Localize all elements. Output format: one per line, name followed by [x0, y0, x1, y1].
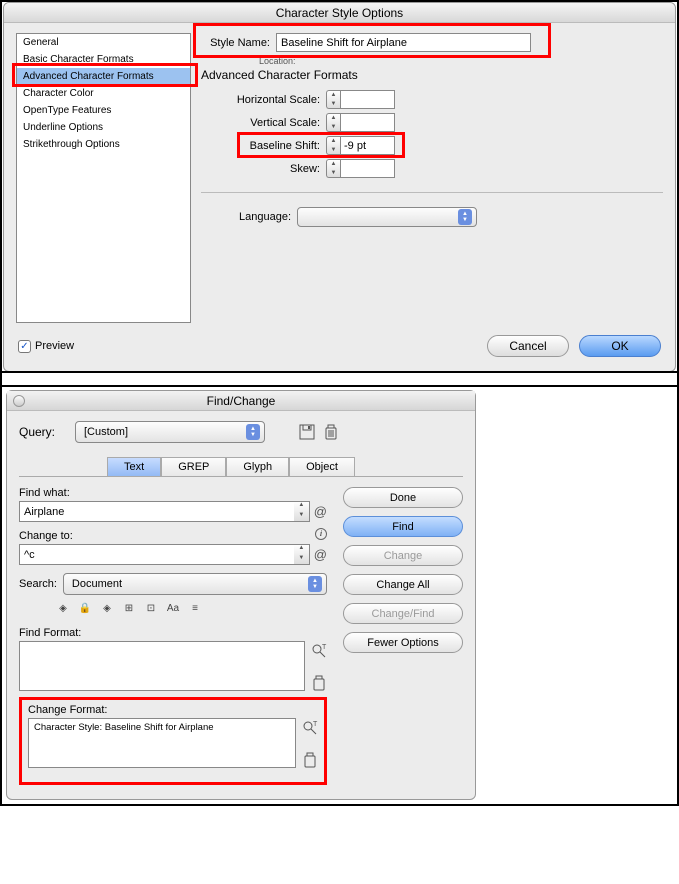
change-format-box[interactable]: Character Style: Baseline Shift for Airp… — [28, 718, 296, 768]
locked-stories-icon[interactable]: 🔒 — [77, 603, 93, 617]
baseline-input[interactable] — [340, 136, 395, 155]
fewer-options-button[interactable]: Fewer Options — [343, 632, 463, 653]
preview-checkbox[interactable]: ✓ — [18, 340, 31, 353]
change-find-button[interactable]: Change/Find — [343, 603, 463, 624]
hscale-input[interactable] — [340, 90, 395, 109]
change-format-clear-icon[interactable] — [302, 752, 318, 768]
hidden-layers-icon[interactable]: ◈ — [99, 603, 115, 617]
vscale-stepper[interactable]: ▲▼ — [326, 113, 395, 132]
sidebar-item-char-color[interactable]: Character Color — [17, 85, 190, 102]
sidebar-item-opentype[interactable]: OpenType Features — [17, 102, 190, 119]
change-to-input[interactable] — [19, 544, 294, 565]
find-what-history[interactable]: ▲▼ — [294, 501, 310, 522]
find-change-dialog: Find/Change Query: [Custom]▲▼ Text GREP … — [6, 390, 476, 800]
find-what-input[interactable] — [19, 501, 294, 522]
tab-glyph[interactable]: Glyph — [226, 457, 289, 477]
delete-query-icon[interactable] — [323, 424, 339, 440]
skew-stepper[interactable]: ▲▼ — [326, 159, 395, 178]
master-pages-icon[interactable]: ⊞ — [121, 603, 137, 617]
divider — [2, 371, 677, 387]
footnotes-icon[interactable]: ⊡ — [143, 603, 159, 617]
change-all-button[interactable]: Change All — [343, 574, 463, 595]
baseline-stepper[interactable]: ▲▼ — [326, 136, 395, 155]
dialog2-title: Find/Change — [7, 394, 475, 408]
skew-label: Skew: — [201, 163, 326, 175]
dialog-title: Character Style Options — [4, 3, 675, 23]
search-scope-popup[interactable]: Document▲▼ — [63, 573, 327, 595]
query-popup[interactable]: [Custom]▲▼ — [75, 421, 265, 443]
hscale-stepper[interactable]: ▲▼ — [326, 90, 395, 109]
sidebar-item-adv-char[interactable]: Advanced Character Formats — [17, 68, 190, 85]
change-button[interactable]: Change — [343, 545, 463, 566]
change-format-value: Character Style: Baseline Shift for Airp… — [34, 722, 214, 733]
svg-text:T: T — [313, 721, 318, 728]
find-what-label: Find what: — [19, 487, 327, 499]
sidebar-item-underline[interactable]: Underline Options — [17, 119, 190, 136]
hscale-label: Horizontal Scale: — [201, 94, 326, 106]
tab-grep[interactable]: GREP — [161, 457, 226, 477]
tab-object[interactable]: Object — [289, 457, 355, 477]
search-options-row: ◈ 🔒 ◈ ⊞ ⊡ Aa ≡ — [55, 603, 327, 617]
done-button[interactable]: Done — [343, 487, 463, 508]
style-name-label: Style Name: — [201, 37, 276, 49]
mode-tabs: Text GREP Glyph Object — [19, 457, 463, 477]
cancel-button[interactable]: Cancel — [487, 335, 569, 357]
style-name-input[interactable] — [276, 33, 531, 52]
vscale-label: Vertical Scale: — [201, 117, 326, 129]
find-format-clear-icon[interactable] — [311, 675, 327, 691]
baseline-label: Baseline Shift: — [201, 140, 326, 152]
ok-button[interactable]: OK — [579, 335, 661, 357]
find-special-char-icon[interactable]: @ — [314, 504, 327, 519]
change-special-char-icon[interactable]: @ — [314, 547, 327, 562]
change-to-label: Change to: — [19, 530, 327, 542]
info-icon[interactable]: i — [315, 528, 327, 540]
whole-word-icon[interactable]: ≡ — [187, 603, 203, 617]
search-label: Search: — [19, 578, 57, 590]
preview-label: Preview — [35, 340, 74, 352]
locked-layers-icon[interactable]: ◈ — [55, 603, 71, 617]
category-list[interactable]: General Basic Character Formats Advanced… — [16, 33, 191, 323]
find-format-box[interactable] — [19, 641, 305, 691]
language-popup[interactable]: ▲▼ — [297, 207, 477, 227]
svg-text:T: T — [322, 644, 327, 651]
case-sensitive-icon[interactable]: Aa — [165, 603, 181, 617]
find-button[interactable]: Find — [343, 516, 463, 537]
tab-text[interactable]: Text — [107, 457, 161, 477]
highlight-change-format: Change Format: Character Style: Baseline… — [19, 697, 327, 785]
save-query-icon[interactable] — [299, 424, 315, 440]
character-style-dialog: Character Style Options General Basic Ch… — [3, 2, 676, 372]
vscale-input[interactable] — [340, 113, 395, 132]
change-to-history[interactable]: ▲▼ — [294, 544, 310, 565]
sidebar-item-basic-char[interactable]: Basic Character Formats — [17, 51, 190, 68]
sidebar-item-general[interactable]: General — [17, 34, 190, 51]
language-label: Language: — [201, 211, 297, 223]
location-label: Location: — [259, 56, 663, 66]
skew-input[interactable] — [340, 159, 395, 178]
sidebar-item-strike[interactable]: Strikethrough Options — [17, 136, 190, 153]
find-format-specify-icon[interactable]: T — [311, 643, 327, 659]
change-format-label: Change Format: — [28, 704, 318, 716]
change-format-specify-icon[interactable]: T — [302, 720, 318, 736]
dialog2-titlebar: Find/Change — [7, 391, 475, 411]
section-heading: Advanced Character Formats — [201, 68, 663, 82]
query-label: Query: — [19, 425, 67, 439]
find-format-label: Find Format: — [19, 627, 327, 639]
